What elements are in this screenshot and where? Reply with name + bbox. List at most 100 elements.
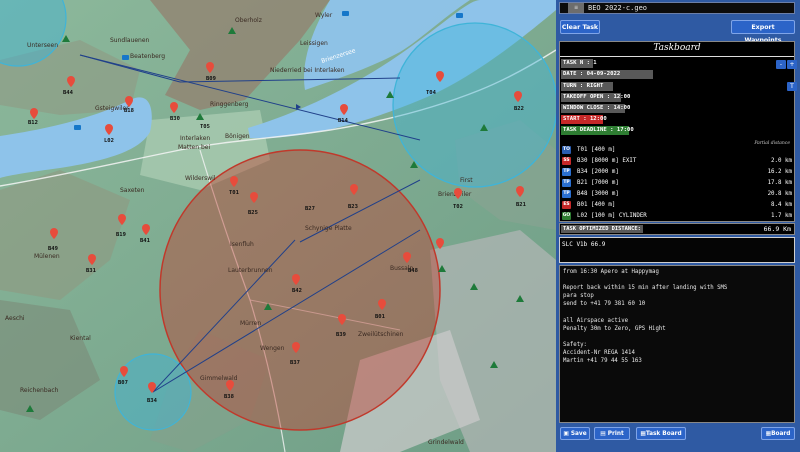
place-reichenbach: Reichenbach bbox=[20, 387, 59, 394]
print-button[interactable]: ▤ Print bbox=[594, 427, 630, 440]
svg-text:B25: B25 bbox=[248, 210, 258, 216]
turnpoint-distance: 20.8 km bbox=[767, 191, 792, 197]
task-number: TASK N : 1 bbox=[561, 59, 597, 68]
task-notes-textarea[interactable]: from 16:30 Apero at Happymag Report back… bbox=[559, 265, 795, 423]
print-icon: ▤ bbox=[600, 431, 608, 437]
turnpoint-distance: 8.4 km bbox=[771, 202, 792, 208]
map-view[interactable]: Unterseen Sundlauenen Wyler Oberholz Bea… bbox=[0, 0, 556, 452]
clear-task-button[interactable]: Clear Task bbox=[560, 20, 600, 34]
place-st-beatenberg: Beatenberg bbox=[130, 53, 165, 60]
turnpoint-row[interactable]: TP B34 [2000 m] 16.2 km bbox=[561, 167, 793, 177]
svg-text:L02: L02 bbox=[104, 138, 114, 144]
place-sundlauenen: Sundlauenen bbox=[110, 37, 150, 44]
svg-text:B18: B18 bbox=[124, 108, 134, 114]
place-grindelwald: Grindelwald bbox=[428, 439, 464, 446]
task-deadline[interactable]: TASK DEADLINE : 17:00 bbox=[561, 126, 634, 135]
svg-text:B07: B07 bbox=[118, 380, 128, 386]
task-code-field[interactable]: SLC V1b 66.9 bbox=[559, 237, 795, 263]
task-plus-button[interactable]: + bbox=[787, 60, 797, 69]
svg-text:B21: B21 bbox=[516, 202, 527, 208]
map-canvas[interactable]: Unterseen Sundlauenen Wyler Oberholz Bea… bbox=[0, 0, 556, 452]
place-isenfluh: Isenfluh bbox=[230, 241, 254, 248]
task-turn: TURN : RIGHT bbox=[561, 82, 613, 91]
place-unterseen-top: Unterseen bbox=[27, 42, 58, 49]
svg-text:B23: B23 bbox=[348, 204, 358, 210]
place-zweilutschinen: Zweilütschinen bbox=[358, 331, 404, 338]
turnpoint-row[interactable]: GO L02 [100 m] CYLINDER 1.7 km bbox=[561, 211, 793, 221]
place-interlaken: Interlaken bbox=[180, 135, 210, 142]
svg-text:B01: B01 bbox=[375, 314, 386, 320]
save-button[interactable]: ▣ Save bbox=[560, 427, 590, 440]
svg-text:B30: B30 bbox=[170, 116, 180, 122]
place-wengen: Wengen bbox=[260, 345, 285, 352]
turnpoint-row[interactable]: ES B01 [400 m] 8.4 km bbox=[561, 200, 793, 210]
turnpoint-name: T01 [400 m] bbox=[577, 147, 616, 153]
task-board-label: Task Board bbox=[645, 431, 682, 437]
task-board-button[interactable]: ▦Task Board bbox=[636, 427, 686, 440]
turnpoint-name: L02 [100 m] CYLINDER bbox=[577, 213, 647, 219]
place-oberholz: Oberholz bbox=[235, 17, 262, 24]
svg-text:B22: B22 bbox=[514, 106, 524, 112]
board-label: Board bbox=[771, 431, 791, 437]
board-button[interactable]: ▦Board bbox=[761, 427, 795, 440]
place-bonigen: Bönigen bbox=[225, 133, 250, 140]
optimized-distance-bar: TASK OPTIMIZED DISTANCE: 66.9 Km bbox=[559, 223, 795, 235]
window-close[interactable]: WINDOW CLOSE : 14:00 bbox=[561, 104, 630, 113]
svg-text:B37: B37 bbox=[290, 360, 300, 366]
turnpoint-distance: 2.0 km bbox=[771, 158, 792, 164]
svg-text:B27: B27 bbox=[305, 206, 315, 212]
task-minus-button[interactable]: - bbox=[776, 60, 786, 69]
svg-text:B31: B31 bbox=[86, 268, 97, 274]
place-leissigen: Leissigen bbox=[300, 40, 328, 47]
file-menu-icon[interactable]: ≡ bbox=[568, 3, 584, 13]
print-label: Print bbox=[607, 431, 624, 437]
turnpoint-distance: 17.8 km bbox=[767, 180, 792, 186]
svg-text:B44: B44 bbox=[63, 90, 74, 96]
turnpoint-type-badge: TO bbox=[562, 146, 571, 154]
turnpoint-type-badge: ES bbox=[562, 201, 571, 209]
turnpoint-distance: 1.7 km bbox=[771, 213, 792, 219]
svg-text:B41: B41 bbox=[140, 238, 151, 244]
svg-text:B39: B39 bbox=[336, 332, 346, 338]
turnpoint-row[interactable]: TP B48 [3000 m] 20.8 km bbox=[561, 189, 793, 199]
file-name: BEO 2022-c.geo bbox=[588, 4, 648, 12]
place-schynige: Schynige Platte bbox=[305, 225, 352, 232]
takeoff-open[interactable]: TAKEOFF OPEN : 12:00 bbox=[561, 93, 630, 102]
file-tab[interactable]: ≡ BEO 2022-c.geo bbox=[559, 2, 795, 14]
svg-text:T01: T01 bbox=[229, 190, 240, 196]
turnpoint-name: B30 [8000 m] EXIT bbox=[577, 158, 637, 164]
svg-text:B09: B09 bbox=[206, 76, 216, 82]
turnpoint-name: B34 [2000 m] bbox=[577, 169, 619, 175]
place-wyler: Wyler bbox=[315, 12, 333, 19]
turnpoint-row[interactable]: SS B30 [8000 m] EXIT 2.0 km bbox=[561, 156, 793, 166]
svg-text:B19: B19 bbox=[116, 232, 126, 238]
start-time[interactable]: START : 12:00 bbox=[561, 115, 607, 124]
svg-text:T05: T05 bbox=[200, 124, 210, 130]
optimized-distance-value: 66.9 Km bbox=[763, 225, 791, 233]
export-waypoints-button[interactable]: Export Waypoints bbox=[731, 20, 795, 44]
svg-text:B12: B12 bbox=[28, 120, 38, 126]
turnpoint-type-badge: TP bbox=[562, 179, 571, 187]
place-saxeten: Saxeten bbox=[120, 187, 145, 194]
turn-toggle-button[interactable]: T bbox=[787, 82, 797, 91]
task-panel: ≡ BEO 2022-c.geo Clear Task Export Waypo… bbox=[556, 0, 800, 452]
svg-text:T04: T04 bbox=[426, 90, 437, 96]
svg-text:B14: B14 bbox=[338, 118, 349, 124]
turnpoint-name: B48 [3000 m] bbox=[577, 191, 619, 197]
task-date[interactable]: DATE : 04-09-2022 bbox=[561, 70, 653, 79]
turnpoint-distance: 16.2 km bbox=[767, 169, 792, 175]
place-muhlebach: Mülenen bbox=[34, 253, 60, 260]
svg-text:B48: B48 bbox=[408, 268, 418, 274]
place-kiental: Kiental bbox=[70, 335, 91, 342]
svg-text:T02: T02 bbox=[453, 204, 463, 210]
turnpoint-row[interactable]: TO T01 [400 m] bbox=[561, 145, 793, 155]
place-aeschi: Aeschi bbox=[5, 315, 25, 322]
turnpoint-type-badge: SS bbox=[562, 157, 571, 165]
svg-text:B42: B42 bbox=[292, 288, 302, 294]
place-ringgenberg: Ringgenberg bbox=[210, 101, 249, 108]
taskboard-title: Taskboard bbox=[653, 43, 701, 53]
taskboard: Taskboard TASK N : 1 - + DATE : 04-09-20… bbox=[559, 41, 797, 222]
turnpoint-name: B01 [400 m] bbox=[577, 202, 616, 208]
turnpoint-type-badge: GO bbox=[562, 212, 571, 220]
turnpoint-row[interactable]: TP B21 [7000 m] 17.8 km bbox=[561, 178, 793, 188]
